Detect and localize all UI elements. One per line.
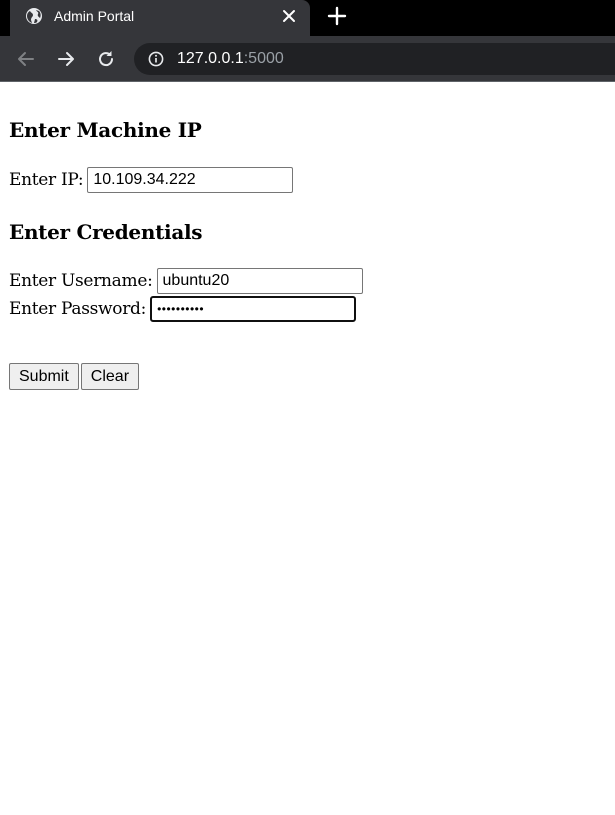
close-icon[interactable] [280,7,298,25]
username-label: Enter Username: [9,271,153,291]
password-row: Enter Password: [9,296,357,322]
ip-input[interactable] [87,167,294,193]
reload-icon[interactable] [95,48,117,70]
url-port: :5000 [243,50,284,67]
forward-arrow-icon[interactable] [55,48,77,70]
plus-icon[interactable] [326,5,348,27]
username-row: Enter Username: [9,268,363,294]
submit-button[interactable]: Submit [9,363,79,390]
clear-button[interactable]: Clear [80,363,140,390]
password-input[interactable] [150,296,357,322]
address-bar[interactable]: 127.0.0.1:5000 [134,43,615,75]
url-text[interactable]: 127.0.0.1:5000 [177,49,284,69]
tab-title: Admin Portal [54,8,135,24]
machine-ip-heading: Enter Machine IP [9,118,202,142]
back-arrow-icon[interactable] [15,48,37,70]
ip-row: Enter IP: [9,167,294,193]
password-label: Enter Password: [9,299,147,319]
url-host: 127.0.0.1 [177,50,244,67]
info-icon[interactable] [148,51,164,67]
globe-icon [26,8,42,24]
username-input[interactable] [156,268,363,294]
ip-label: Enter IP: [9,170,84,190]
form-buttons: Submit Clear [9,363,141,390]
browser-tab[interactable]: Admin Portal [10,0,310,36]
browser-toolbar: 127.0.0.1:5000 [0,36,615,82]
browser-tab-strip: Admin Portal [0,0,615,36]
credentials-heading: Enter Credentials [9,220,203,244]
